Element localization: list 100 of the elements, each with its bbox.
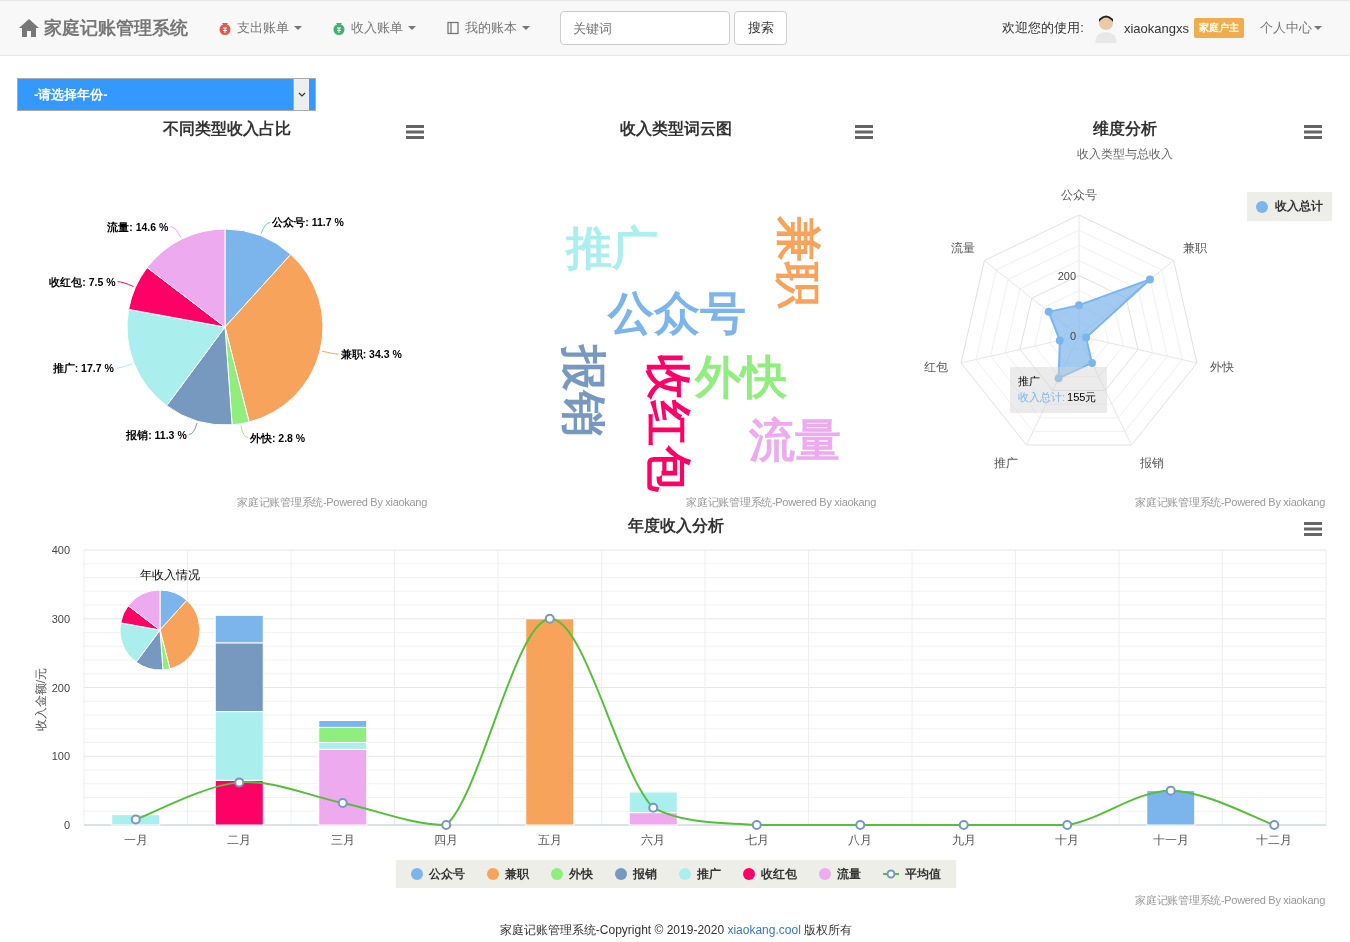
- chart-credit: 家庭记账管理系统-Powered By xiaokang: [1135, 495, 1325, 510]
- data-point: [1269, 820, 1280, 830]
- leader-line: [169, 226, 182, 238]
- data-point: [958, 820, 969, 830]
- legend-item[interactable]: 流量: [808, 865, 872, 883]
- data-point: [337, 798, 348, 808]
- data-label: 公众号: 11.7 %: [272, 216, 344, 229]
- axis-label: 七月: [744, 833, 769, 847]
- axis-label: 流量: [950, 241, 975, 256]
- menu-button[interactable]: [406, 125, 424, 139]
- search-field[interactable]: 关键词: [560, 11, 730, 45]
- brand-title[interactable]: 家庭记账管理系统: [44, 16, 188, 40]
- menu-button[interactable]: [855, 125, 873, 139]
- legend-icon: [743, 868, 755, 880]
- axis-label: 报销: [1140, 456, 1165, 471]
- site-link[interactable]: xiaokang.cool: [727, 923, 801, 937]
- username: xiaokangxs: [1123, 20, 1189, 36]
- data-label: 报销: 11.3 %: [126, 428, 187, 441]
- axis-label: 六月: [641, 833, 666, 847]
- nav-menu[interactable]: 支出账单: [218, 19, 302, 37]
- user-menu[interactable]: 个人中心: [1260, 19, 1322, 37]
- legend-item[interactable]: 收入总计: [1247, 192, 1332, 221]
- axis-label: 十一月: [1152, 833, 1189, 847]
- chart-subtitle: 收入类型与总收入: [1077, 146, 1173, 163]
- axis-label: 八月: [848, 833, 873, 847]
- legend-icon: [487, 868, 499, 880]
- role-badge: 家庭户主: [1194, 18, 1244, 38]
- leader-line: [188, 422, 198, 436]
- data-label: 外快: 2.8 %: [249, 431, 306, 444]
- legend-item[interactable]: 推广: [668, 865, 732, 883]
- tick-label: 0: [63, 819, 70, 831]
- search-button[interactable]: 搜索: [734, 11, 787, 45]
- word: 收红包: [642, 354, 695, 492]
- legend-item[interactable]: 兼职: [476, 865, 540, 883]
- chart-title: 维度分析: [1093, 119, 1157, 139]
- chart-credit: 家庭记账管理系统-Powered By xiaokang: [1135, 893, 1325, 908]
- chart-title: 年度收入分析: [628, 516, 724, 536]
- menu-button[interactable]: [1304, 125, 1322, 139]
- axis-label: 外快: [1210, 360, 1235, 375]
- caret-icon: [408, 26, 416, 30]
- data-point: [130, 814, 141, 825]
- axis-label: 红包: [923, 360, 948, 375]
- money-bag-icon: [218, 21, 232, 35]
- data-label: 流量: 14.6 %: [107, 220, 169, 233]
- copyright-text: 家庭记账管理系统-Copyright © 2019-2020 xiaokang.cool 版权所有: [498, 922, 854, 939]
- leader-line: [117, 281, 135, 288]
- tick-label: 200: [51, 681, 70, 694]
- data-label: 收红包: 7.5 %: [49, 275, 116, 288]
- chart-title: 不同类型收入占比: [163, 119, 291, 139]
- axis-label: 九月: [951, 833, 976, 847]
- book-icon: [446, 21, 460, 35]
- word: 公众号: [608, 286, 746, 339]
- chart-credit: 家庭记账管理系统-Powered By xiaokang: [237, 495, 427, 510]
- caret-icon: [522, 26, 530, 30]
- data-point: [648, 802, 659, 813]
- legend-icon: [551, 868, 563, 880]
- tooltip-title: 推广: [1018, 374, 1041, 389]
- data-point: [544, 613, 555, 624]
- data-point: [234, 777, 245, 788]
- tick-label: 0: [1069, 330, 1076, 342]
- legend-icon: [679, 868, 691, 880]
- data-label: 推广: 17.7 %: [52, 362, 114, 375]
- caret-icon: [294, 26, 302, 30]
- axis-title: 收入金额/元: [34, 667, 48, 732]
- legend-item[interactable]: 平均值: [872, 865, 952, 883]
- chart-title: 收入类型词云图: [620, 119, 732, 139]
- legend-item[interactable]: 外快: [540, 865, 604, 883]
- legend-item[interactable]: 收红包: [732, 865, 808, 883]
- menu-button[interactable]: [1304, 522, 1322, 536]
- legend-item[interactable]: 报销: [604, 865, 668, 883]
- tick-label: 100: [51, 750, 70, 763]
- tick-label: 200: [1057, 269, 1076, 282]
- chart-credit: 家庭记账管理系统-Powered By xiaokang: [686, 495, 876, 510]
- word: 推广: [566, 221, 658, 274]
- legend-item[interactable]: 公众号: [400, 865, 476, 883]
- caret-icon: [1314, 26, 1322, 30]
- axis-label: 推广: [993, 456, 1018, 471]
- legend-icon: [411, 868, 423, 880]
- axis-label: 四月: [434, 833, 459, 847]
- tooltip-value: 155元: [1067, 390, 1097, 405]
- leader-line: [321, 350, 340, 355]
- leader-line: [240, 425, 249, 439]
- axis-label: 一月: [123, 833, 148, 847]
- nav-menu[interactable]: 我的账本: [446, 19, 530, 37]
- axis-label: 十二月: [1256, 833, 1293, 847]
- inset-title: 年收入情况: [140, 568, 200, 582]
- data-point: [441, 820, 452, 830]
- axis-label: 十月: [1055, 833, 1080, 847]
- tick-label: 400: [51, 544, 70, 556]
- axis-label: 三月: [330, 833, 355, 847]
- tick-label: 300: [51, 612, 70, 625]
- axis-label: 公众号: [1061, 188, 1097, 202]
- nav-menu[interactable]: 收入账单: [332, 19, 416, 37]
- leader-line: [260, 222, 271, 235]
- tooltip-series: 收入总计:: [1018, 390, 1066, 405]
- word: 流量: [749, 413, 841, 466]
- data-point: [1062, 820, 1073, 830]
- legend-icon: [615, 868, 627, 880]
- data-point: [855, 820, 866, 830]
- legend-icon: [819, 868, 831, 880]
